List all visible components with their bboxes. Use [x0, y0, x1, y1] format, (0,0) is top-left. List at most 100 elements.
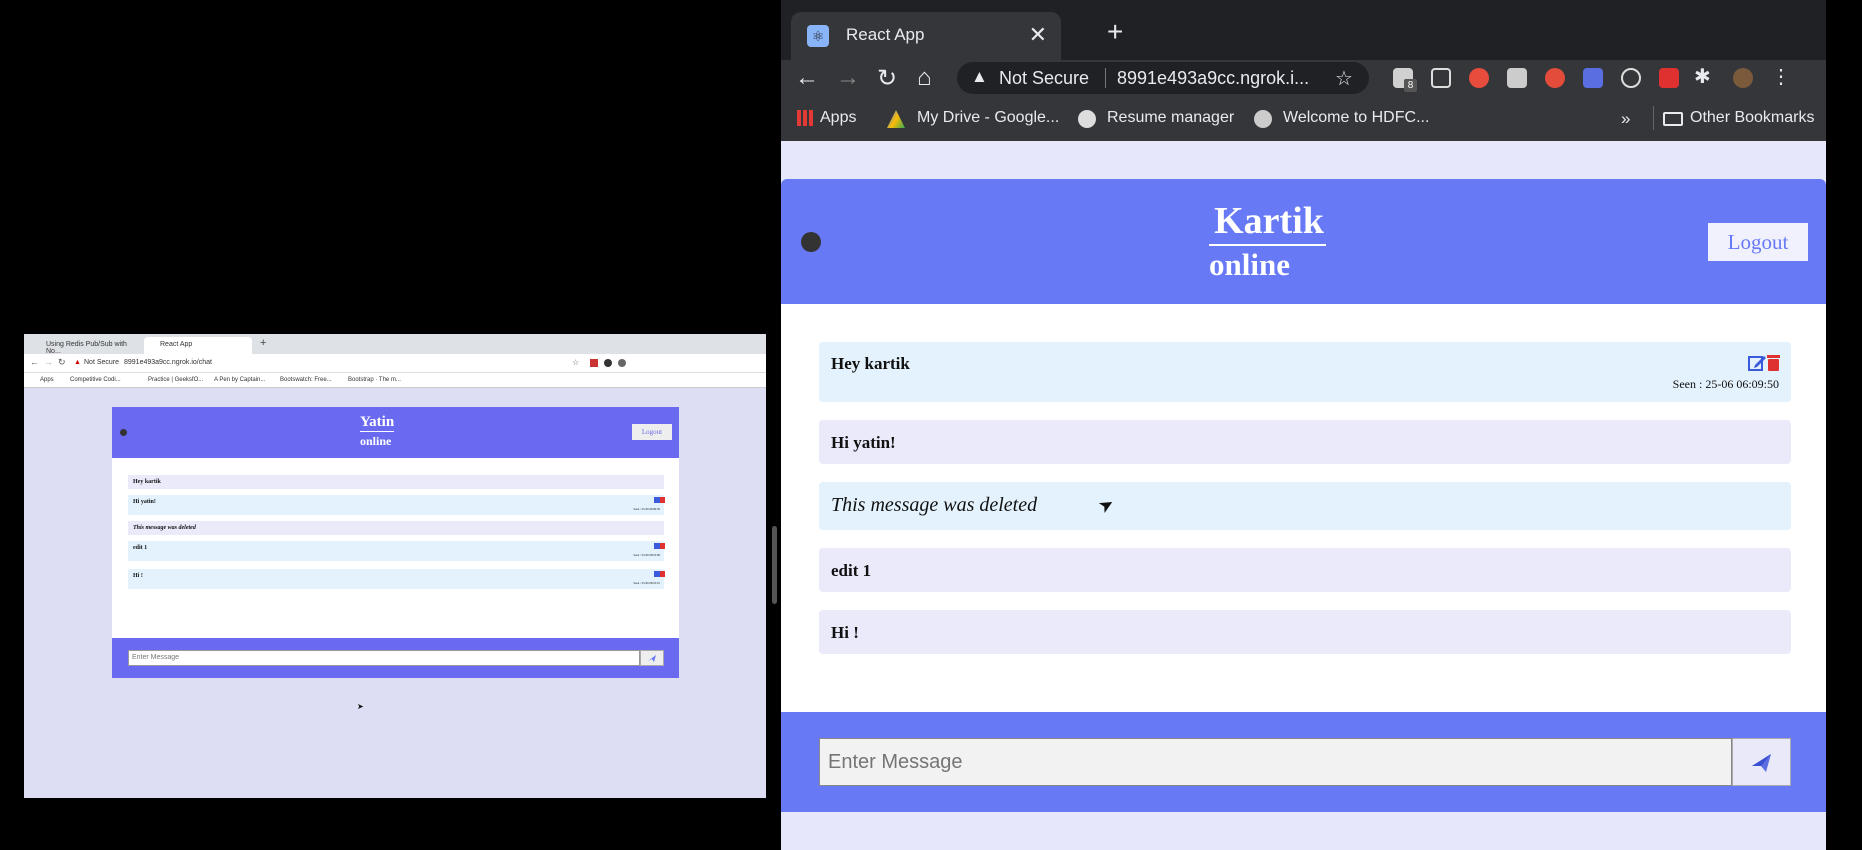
tab-close-icon[interactable]: ✕ [1029, 22, 1047, 48]
left-message: Hi yatin! Seen : 25-06 06:09:50 [128, 495, 665, 515]
left-delete-icon[interactable] [660, 543, 665, 549]
left-seen-time: Seen : 25-06 06:10:06 [633, 553, 660, 557]
bookmark-my-drive[interactable]: My Drive - Google... [917, 109, 1059, 127]
extension-badge: 8 [1404, 79, 1417, 92]
left-message: Hi ! Seen : 25-06 06:10:10 [128, 569, 665, 589]
left-bookmark[interactable]: Practice | GeeksfO... [148, 377, 203, 383]
message-bubble: Hi yatin! [819, 420, 1791, 464]
left-bookmark[interactable]: A Pen by Captain... [214, 377, 265, 383]
extension-icon[interactable] [1621, 68, 1641, 88]
message-text: Hi yatin! [831, 433, 896, 452]
left-profile-avatar[interactable] [618, 359, 626, 367]
forward-icon[interactable]: → [836, 64, 860, 92]
tab-react-app[interactable]: ⚛ React App ✕ [791, 12, 1061, 60]
message-bubble: Hi ! [819, 610, 1791, 654]
name-underline [1209, 244, 1326, 246]
extension-icon[interactable] [1507, 68, 1527, 88]
left-url[interactable]: 8991e493a9cc.ngrok.io/chat [124, 359, 212, 366]
extension-icon[interactable] [1659, 68, 1679, 88]
menu-kebab-icon[interactable]: ⋮ [1771, 64, 1791, 89]
left-send-button[interactable] [640, 650, 664, 666]
message-bubble: edit 1 [819, 548, 1791, 592]
left-tab-strip: Using Redis Pub/Sub with No... React App… [24, 334, 766, 355]
profile-avatar[interactable] [1733, 68, 1753, 88]
page-content: Kartik online Logout Hey kartik Seen : 2… [781, 141, 1826, 850]
left-message: Hey kartik [128, 475, 664, 489]
message-text: Hi ! [831, 623, 859, 642]
left-extension-icon[interactable] [604, 359, 612, 367]
left-message: edit 1 Seen : 25-06 06:10:06 [128, 541, 665, 561]
send-icon [1752, 754, 1771, 772]
message-bubble: This message was deleted [819, 482, 1791, 530]
other-bookmarks[interactable]: Other Bookmarks [1690, 109, 1814, 127]
left-logout-button[interactable]: Logout [632, 424, 672, 440]
left-chat-header: Yatin online Logout [112, 407, 679, 458]
extension-icon[interactable] [1545, 68, 1565, 88]
tab-strip: ⚛ React App ✕ + [781, 0, 1826, 60]
reload-icon[interactable]: ↻ [877, 64, 897, 93]
home-icon[interactable]: ⌂ [917, 64, 932, 92]
new-tab-button[interactable]: + [1107, 16, 1123, 48]
left-chat-footer: Enter Message [112, 638, 679, 678]
left-message-text: This message was deleted [133, 525, 196, 531]
left-status-dot [120, 429, 127, 436]
delete-icon[interactable] [1766, 354, 1781, 372]
back-icon[interactable]: ← [795, 64, 819, 92]
left-chat-name: Yatin [360, 414, 395, 432]
window-split-handle[interactable] [772, 526, 777, 604]
left-forward-icon[interactable]: → [44, 357, 53, 367]
left-bookmark[interactable]: Bootswatch: Free... [280, 377, 332, 383]
send-button[interactable] [1732, 738, 1791, 786]
left-star-icon[interactable]: ☆ [572, 358, 579, 367]
left-message-text: edit 1 [133, 545, 148, 551]
left-reload-icon[interactable]: ↻ [58, 357, 66, 368]
left-message-text: Hey kartik [133, 479, 161, 485]
globe-icon [1254, 110, 1272, 128]
omnibox-separator [1105, 68, 1106, 88]
left-new-tab-button[interactable]: + [260, 337, 266, 349]
left-message-text: Hi yatin! [133, 499, 156, 505]
bookmark-apps[interactable]: Apps [820, 109, 856, 127]
react-favicon-icon: ⚛ [807, 25, 829, 47]
message-text-deleted: This message was deleted [831, 494, 1038, 516]
resume-manager-icon [1078, 110, 1096, 128]
left-tab-react-app[interactable]: React App [144, 337, 252, 354]
tab-title: React App [846, 25, 925, 44]
omnibox[interactable]: ▲ Not Secure 8991e493a9cc.ngrok.i... [957, 62, 1369, 94]
left-bookmark[interactable]: Bootstrap · The m... [348, 377, 401, 383]
message-input[interactable] [819, 738, 1732, 786]
left-seen-time: Seen : 25-06 06:10:10 [633, 581, 660, 585]
left-tab-redis[interactable]: Using Redis Pub/Sub with No... [30, 337, 142, 355]
left-not-secure: Not Secure [84, 359, 120, 366]
seen-timestamp: Seen : 25-06 06:09:50 [1672, 377, 1779, 391]
bookmark-resume-manager[interactable]: Resume manager [1107, 109, 1234, 127]
edit-icon[interactable] [1748, 354, 1766, 372]
left-browser-window: Using Redis Pub/Sub with No... React App… [24, 334, 766, 798]
extension-icon[interactable] [1583, 68, 1603, 88]
url-text[interactable]: 8991e493a9cc.ngrok.i... [1117, 68, 1309, 89]
bookmarks-overflow-button[interactable]: » [1621, 109, 1630, 129]
apps-grid-icon[interactable] [797, 110, 813, 126]
message-text: Hey kartik [831, 354, 910, 373]
warning-icon: ▲ [971, 67, 988, 86]
left-bookmark[interactable]: Competitive Codi... [70, 377, 121, 383]
left-delete-icon[interactable] [660, 497, 665, 503]
left-message: This message was deleted [128, 521, 664, 535]
extension-icon[interactable] [1469, 68, 1489, 88]
logout-button[interactable]: Logout [1708, 223, 1808, 261]
left-extension-icon[interactable] [590, 359, 598, 367]
left-send-icon [648, 655, 656, 662]
status-dot [801, 232, 821, 252]
bookmark-hdfc[interactable]: Welcome to HDFC... [1283, 109, 1429, 127]
left-message-input[interactable]: Enter Message [128, 650, 640, 666]
left-chat-status: online [360, 434, 392, 448]
left-back-icon[interactable]: ← [30, 357, 39, 367]
left-delete-icon[interactable] [660, 571, 665, 577]
left-toolbar: ← → ↻ ▲ Not Secure 8991e493a9cc.ngrok.io… [24, 354, 766, 373]
left-bookmark-apps[interactable]: Apps [40, 377, 54, 383]
pocket-icon[interactable] [1431, 68, 1451, 88]
puzzle-icon[interactable]: ✱ [1694, 64, 1711, 89]
left-chat-card: Yatin online Logout Hey kartik Hi yatin!… [112, 407, 679, 678]
bookmark-star-icon[interactable]: ☆ [1335, 66, 1353, 91]
left-tab-label: React App [160, 341, 193, 348]
